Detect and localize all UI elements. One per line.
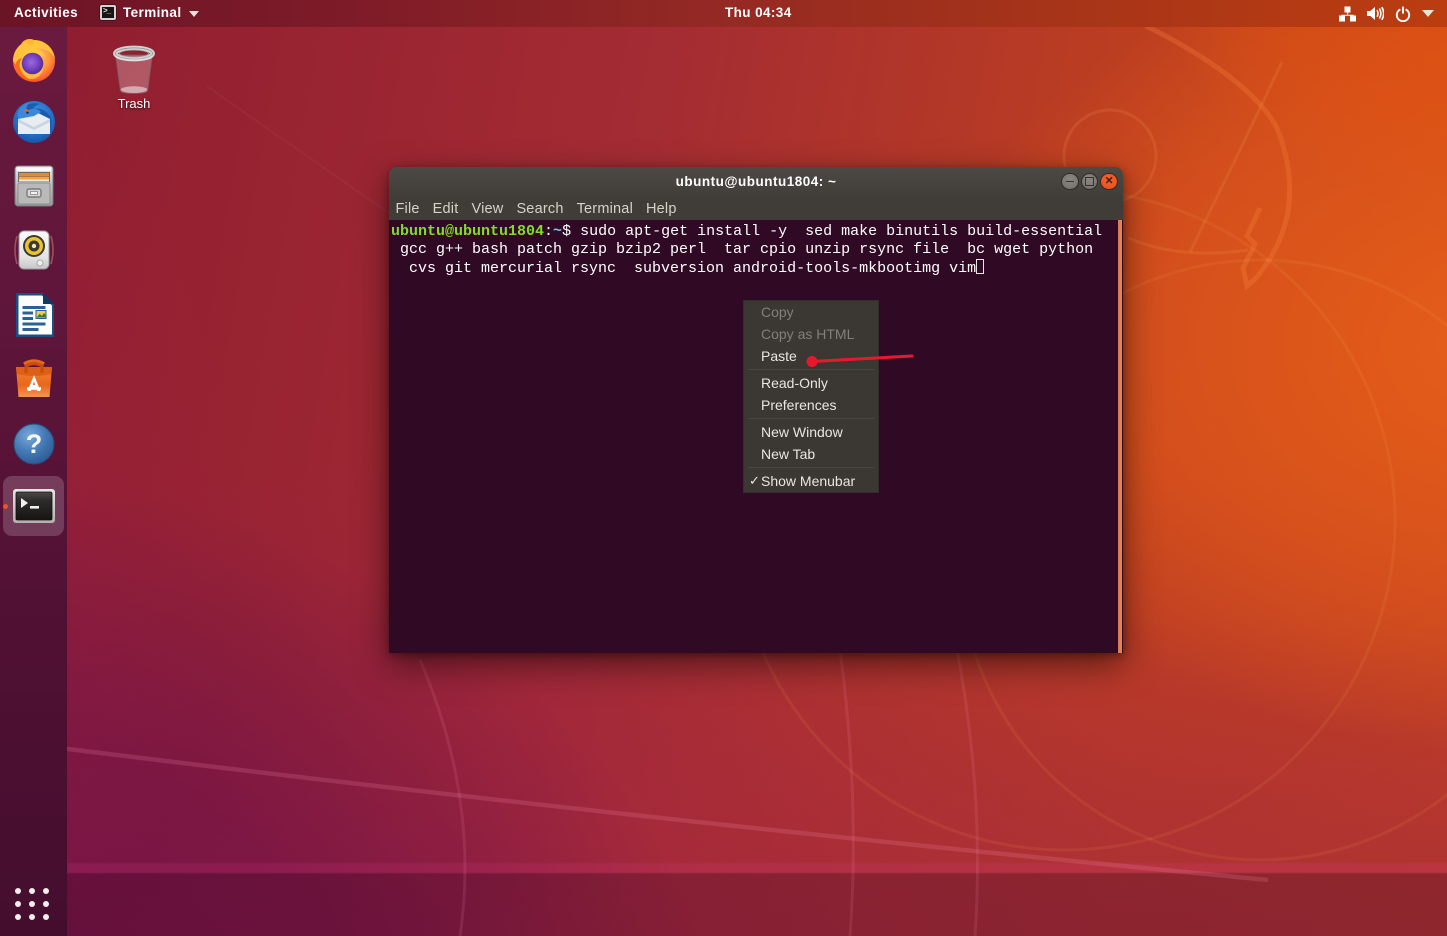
svg-text:?: ? [26,429,43,459]
